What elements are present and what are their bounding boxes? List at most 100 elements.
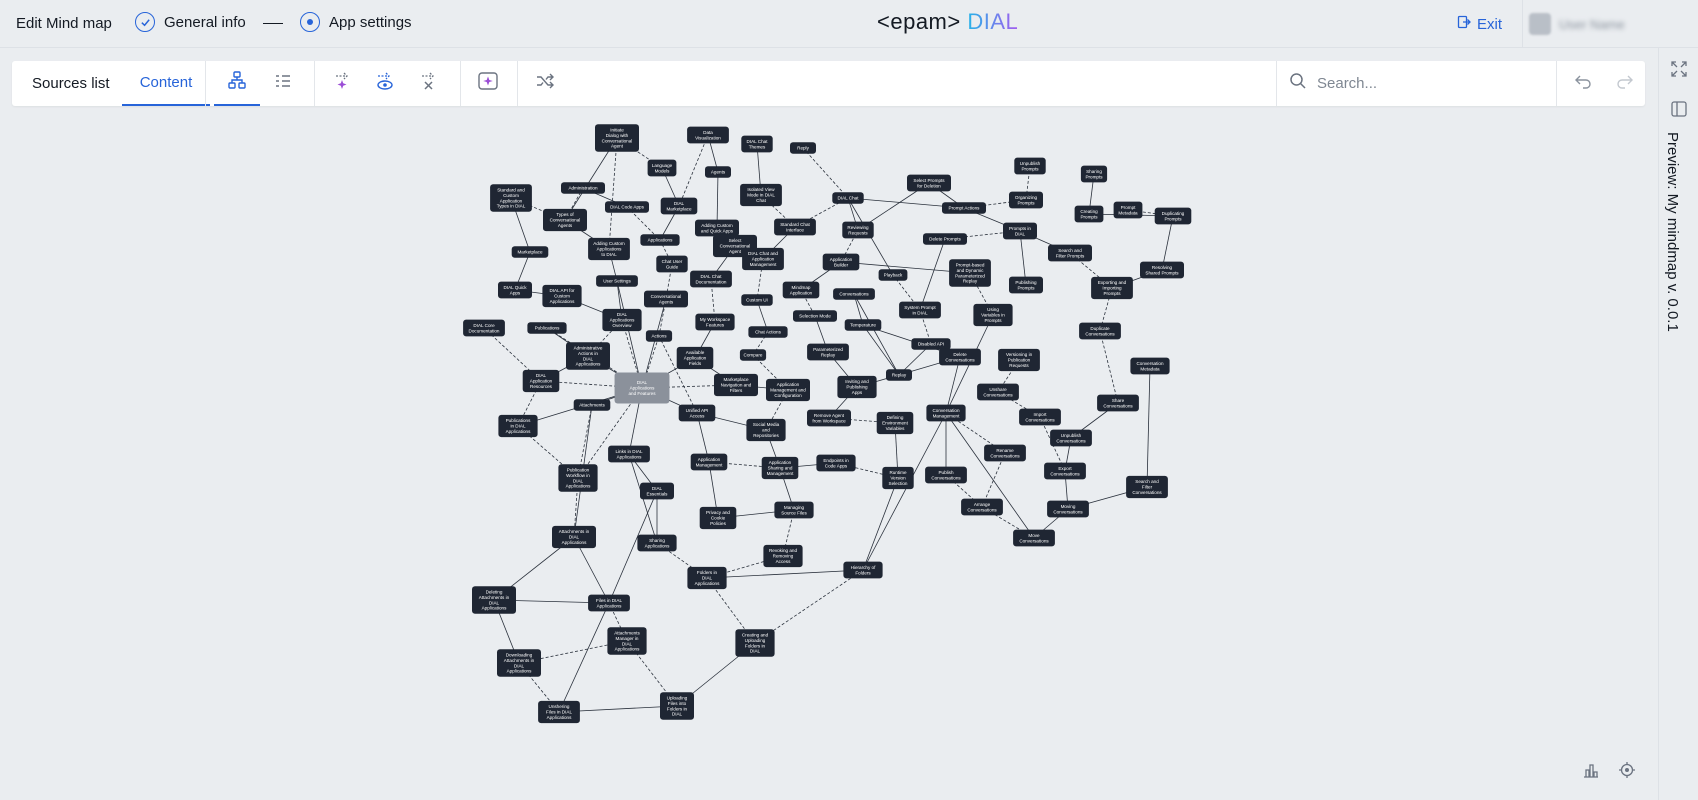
- mindmap-node[interactable]: Delete Conversations: [939, 348, 981, 366]
- mindmap-node[interactable]: Sharing Prompts: [1080, 165, 1108, 183]
- mindmap-node[interactable]: Actions: [645, 330, 673, 342]
- mindmap-node[interactable]: Arrange Conversations: [961, 498, 1003, 516]
- mindmap-node[interactable]: Conversational Agents: [644, 290, 688, 308]
- list-view-button[interactable]: [260, 61, 306, 106]
- mindmap-node[interactable]: DIAL Chat Themes: [741, 135, 773, 153]
- mindmap-node[interactable]: DIAL Essentials: [640, 482, 674, 500]
- mindmap-node[interactable]: Unified API Access: [678, 404, 716, 422]
- mindmap-node[interactable]: Delete Prompts: [923, 233, 967, 245]
- mindmap-node[interactable]: Available Application Fields: [676, 346, 714, 370]
- mindmap-node[interactable]: Application Builder: [822, 253, 860, 271]
- mindmap-node[interactable]: DIAL Core Documentation: [463, 319, 505, 337]
- mindmap-node[interactable]: Selection Mode: [793, 310, 837, 322]
- mindmap-node[interactable]: DIAL Code Apps: [605, 201, 649, 213]
- mindmap-node[interactable]: Unshering Files in DIAL Applications: [538, 700, 580, 724]
- mindmap-node[interactable]: Marketplace: [511, 246, 549, 258]
- mindmap-node[interactable]: Agents: [705, 166, 731, 178]
- mindmap-node[interactable]: Attachments Manager in DIAL Applications: [607, 627, 647, 655]
- mindmap-node[interactable]: Types of Conversational Agents: [543, 208, 587, 232]
- mindmap-node[interactable]: Conversations: [833, 288, 875, 300]
- mindmap-node[interactable]: Chat User Guide: [656, 255, 688, 273]
- mindmap-canvas[interactable]: Initiate Dialog with Conversational Agent Da…: [0, 110, 1656, 800]
- mindmap-node[interactable]: Versioning in Publication Requests: [998, 348, 1040, 372]
- mindmap-node[interactable]: Managing Source Files: [774, 501, 814, 519]
- mindmap-node[interactable]: DIAL Application Resources: [522, 369, 560, 393]
- mindmap-node[interactable]: DIAL API for Custom Applications: [542, 284, 582, 308]
- mindmap-node[interactable]: Organizing Prompts: [1009, 191, 1043, 209]
- mindmap-node[interactable]: Application Management and Configuration: [766, 378, 810, 402]
- mindmap-node[interactable]: Prompts in DIAL: [1003, 222, 1037, 240]
- mindmap-node[interactable]: Rename Conversations: [984, 444, 1026, 462]
- mindmap-node[interactable]: Standard Chat Interface: [774, 218, 816, 236]
- mindmap-node[interactable]: Exporting and Importing Prompts: [1091, 276, 1133, 300]
- mindmap-node[interactable]: DIAL Applications Overview: [602, 308, 642, 332]
- mindmap-node[interactable]: Data Visualization: [687, 126, 729, 144]
- search-input[interactable]: [1317, 75, 1537, 92]
- mindmap-node[interactable]: Chat Actions: [748, 326, 788, 338]
- mindmap-node[interactable]: Conversation Management: [926, 404, 966, 422]
- mindmap-node[interactable]: Share Conversations: [1097, 394, 1139, 412]
- ai-assist-button[interactable]: [465, 61, 511, 106]
- stats-button[interactable]: [1581, 762, 1601, 782]
- mindmap-node[interactable]: Isolated View Mode in DIAL Chat: [740, 183, 782, 207]
- mindmap-node[interactable]: Temperature: [844, 319, 882, 331]
- mindmap-node[interactable]: DIAL Marketplace: [660, 197, 698, 215]
- mindmap-center-node[interactable]: DIAL Applications and Features: [614, 372, 670, 404]
- mindmap-node[interactable]: Administrative Actions in DIAL Applications: [566, 342, 610, 370]
- mindmap-node[interactable]: Publish Conversations: [925, 466, 967, 484]
- mindmap-node[interactable]: Parameterized Replay: [807, 343, 849, 361]
- mindmap-node[interactable]: Adding Custom Applications to DIAL: [588, 237, 630, 261]
- mindmap-node[interactable]: Export Conversations: [1044, 462, 1086, 480]
- mindmap-node[interactable]: Sharing Applications: [637, 534, 677, 552]
- mindmap-node[interactable]: Reviewing Requests: [842, 221, 874, 239]
- redo-button[interactable]: [1605, 61, 1645, 106]
- mindmap-node[interactable]: Language Models: [647, 159, 677, 177]
- mindmap-node[interactable]: Playback: [878, 269, 908, 281]
- mindmap-node[interactable]: Mindmap Application: [782, 281, 820, 299]
- mindmap-node[interactable]: Folders in DIAL Applications: [687, 566, 727, 590]
- mindmap-graph[interactable]: Initiate Dialog with Conversational Agent Da…: [0, 110, 1656, 800]
- mindmap-node[interactable]: Creating and Uploading Folders in DIAL: [735, 629, 775, 657]
- collapse-panel-button[interactable]: [1668, 100, 1690, 122]
- mindmap-node[interactable]: Inviting and Publishing Apps: [837, 375, 877, 399]
- expand-button[interactable]: [1668, 60, 1690, 82]
- mindmap-node[interactable]: Unpublish Prompts: [1014, 157, 1046, 175]
- mindmap-node[interactable]: Revoking and Removing Access: [763, 544, 803, 568]
- mindmap-node[interactable]: Using Variables in Prompts: [973, 303, 1013, 327]
- mindmap-node[interactable]: Application Management: [690, 453, 728, 471]
- mindmap-node[interactable]: Hierarchy of Folders: [843, 561, 883, 579]
- mindmap-node[interactable]: Social Media and Repositories: [746, 418, 786, 442]
- mindmap-node[interactable]: Move Conversations: [1013, 529, 1055, 547]
- mindmap-node[interactable]: Creating Prompts: [1074, 205, 1104, 223]
- tab-content[interactable]: Content: [122, 61, 210, 106]
- mindmap-node[interactable]: Duplicate Conversations: [1079, 322, 1121, 340]
- mindmap-node[interactable]: Reply: [790, 142, 816, 154]
- mindmap-node[interactable]: Search and Filter Prompts: [1048, 244, 1092, 262]
- mindmap-node[interactable]: DIAL Quick Apps: [498, 281, 532, 299]
- mindmap-node[interactable]: DIAL Chat Documentation: [690, 270, 732, 288]
- mindmap-node[interactable]: Unpublish Conversations: [1050, 429, 1092, 447]
- mindmap-node[interactable]: Application Sharing and Management: [761, 456, 799, 480]
- mindmap-node[interactable]: Disabled API: [911, 338, 951, 350]
- mindmap-node[interactable]: Resolving Shared Prompts: [1140, 261, 1184, 279]
- step-general-info[interactable]: General info: [135, 12, 246, 32]
- mindmap-node[interactable]: Runtime Version Selection: [882, 466, 914, 490]
- mindmap-node[interactable]: Moving Conversations: [1047, 500, 1089, 518]
- generate-button[interactable]: [320, 61, 366, 106]
- mindmap-node[interactable]: Publications: [527, 322, 567, 334]
- mindmap-node[interactable]: Prompt-based and Dynamic Parameterized Repl…: [949, 259, 991, 287]
- mindmap-node[interactable]: Compare: [739, 349, 767, 361]
- mindmap-node[interactable]: DIAL Chat and Application Management: [742, 247, 784, 271]
- mindmap-node[interactable]: Administration: [561, 182, 605, 194]
- mindmap-node[interactable]: Replay: [886, 369, 912, 381]
- mindmap-node[interactable]: Select Prompts for Deletion: [907, 174, 951, 192]
- mindmap-node[interactable]: Downloading Attachments in DIAL Application…: [497, 649, 541, 677]
- mindmap-node[interactable]: Publications in DIAL Applications: [498, 414, 538, 438]
- mindmap-node[interactable]: Publishing Prompts: [1009, 276, 1043, 294]
- mindmap-node[interactable]: Remove Agent from Workspace: [807, 409, 851, 427]
- step-app-settings[interactable]: App settings: [300, 12, 412, 32]
- mindmap-node[interactable]: Adding Custom and Quick Apps: [695, 219, 739, 237]
- mindmap-node[interactable]: System Prompt in DIAL: [899, 301, 941, 319]
- preview-button[interactable]: [362, 61, 408, 106]
- mindmap-node[interactable]: Unshare Conversations: [977, 383, 1019, 401]
